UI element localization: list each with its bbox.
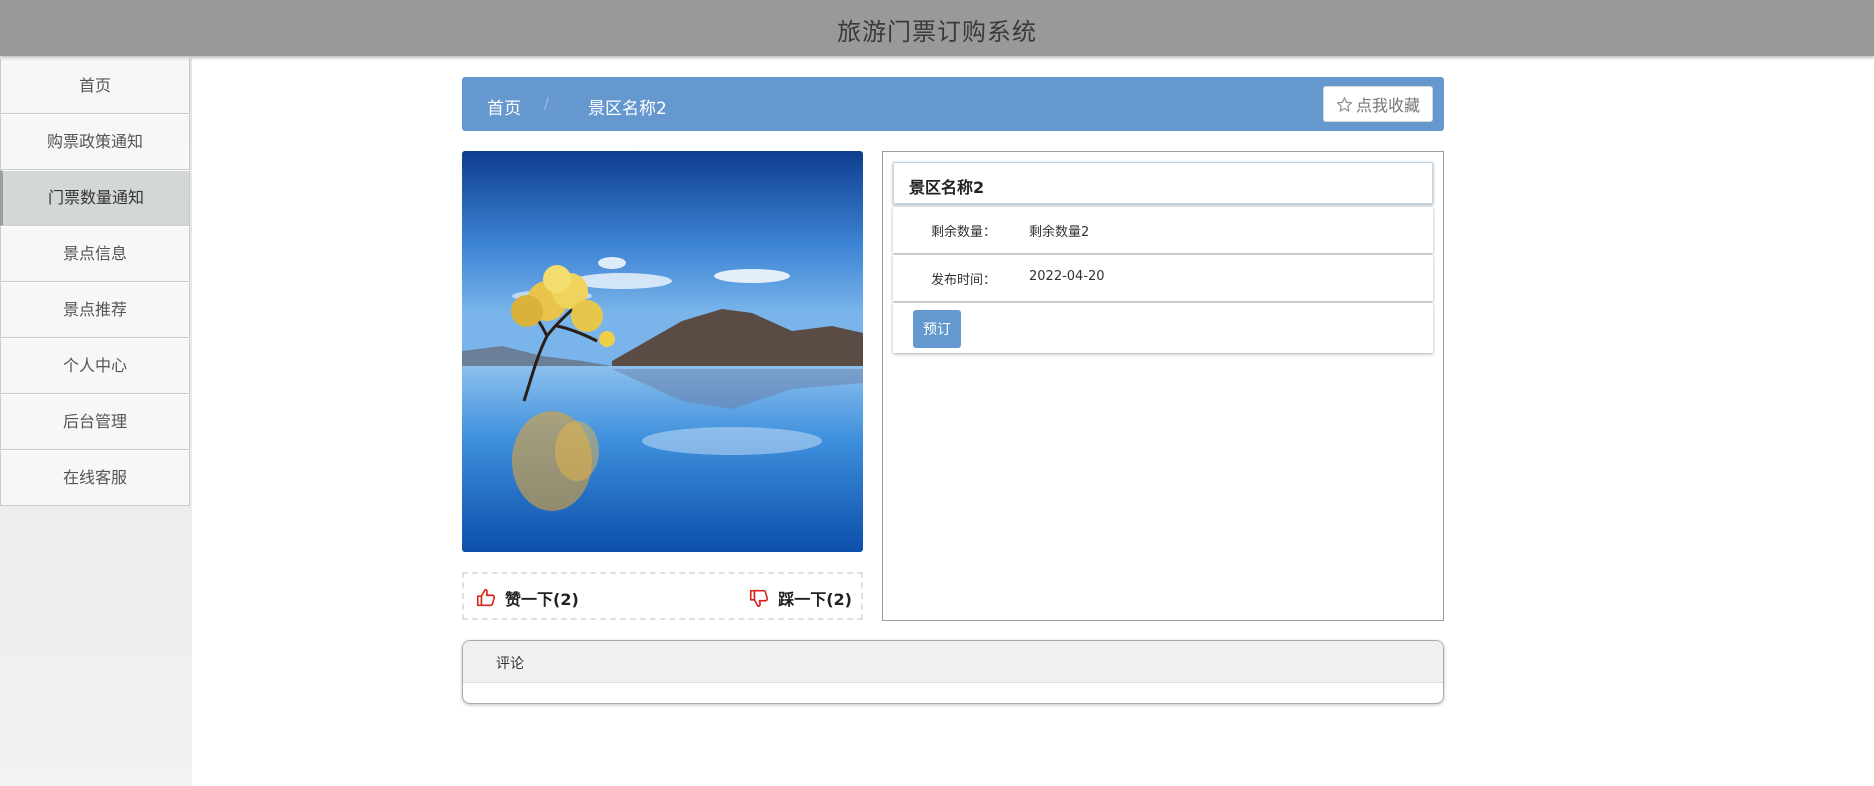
breadcrumb-home[interactable]: 首页 bbox=[487, 94, 521, 119]
publish-time-label: 发布时间： bbox=[931, 273, 997, 288]
comments-header: 评论 bbox=[463, 641, 1443, 683]
detail-panel: 景区名称2 剩余数量： 剩余数量2 发布时间： 2022-04-20 预订 bbox=[882, 151, 1444, 621]
vote-panel: 赞一下(2) 踩一下(2) bbox=[462, 572, 863, 620]
sidebar-item-attractions[interactable]: 景点信息 bbox=[0, 226, 190, 282]
site-title: 旅游门票订购系统 bbox=[837, 18, 1037, 46]
breadcrumb-separator: / bbox=[544, 94, 550, 112]
action-row: 预订 bbox=[893, 303, 1433, 353]
remaining-quantity-label: 剩余数量： bbox=[931, 225, 997, 240]
favorite-button-label: 点我收藏 bbox=[1355, 96, 1420, 115]
favorite-button[interactable]: 点我收藏 bbox=[1323, 86, 1433, 122]
sidebar-item-admin[interactable]: 后台管理 bbox=[0, 394, 190, 450]
breadcrumb-current: 景区名称2 bbox=[588, 99, 667, 119]
sidebar-item-purchase-policy[interactable]: 购票政策通知 bbox=[0, 114, 190, 170]
sidebar-item-recommendations[interactable]: 景点推荐 bbox=[0, 282, 190, 338]
like-button[interactable]: 赞一下(2) bbox=[475, 586, 579, 610]
sidebar-item-ticket-quantity[interactable]: 门票数量通知 bbox=[0, 170, 190, 226]
breadcrumb: 首页 / 景区名称2 点我收藏 bbox=[462, 77, 1444, 131]
top-header: 旅游门票订购系统 bbox=[0, 0, 1874, 56]
attraction-photo bbox=[462, 151, 863, 552]
remaining-quantity-row: 剩余数量： 剩余数量2 bbox=[893, 207, 1433, 253]
publish-time-value: 2022-04-20 bbox=[1029, 269, 1105, 284]
like-count-label: 赞一下(2) bbox=[505, 590, 579, 609]
sidebar-item-support[interactable]: 在线客服 bbox=[0, 450, 190, 506]
dislike-button[interactable]: 踩一下(2) bbox=[748, 586, 852, 610]
comments-panel: 评论 bbox=[462, 640, 1444, 704]
attraction-name: 景区名称2 bbox=[909, 178, 985, 197]
comments-title: 评论 bbox=[496, 656, 524, 672]
attraction-name-row: 景区名称2 bbox=[893, 162, 1433, 204]
thumbs-up-icon bbox=[476, 588, 496, 607]
dislike-count-label: 踩一下(2) bbox=[778, 590, 852, 609]
star-icon bbox=[1336, 96, 1353, 112]
sidebar-item-home[interactable]: 首页 bbox=[0, 58, 190, 114]
publish-time-row: 发布时间： 2022-04-20 bbox=[893, 255, 1433, 301]
remaining-quantity-value: 剩余数量2 bbox=[1029, 225, 1090, 240]
book-button[interactable]: 预订 bbox=[913, 310, 961, 348]
sidebar-nav: 首页 购票政策通知 门票数量通知 景点信息 景点推荐 个人中心 后台管理 在线客… bbox=[0, 58, 192, 786]
sidebar-item-personal-center[interactable]: 个人中心 bbox=[0, 338, 190, 394]
thumbs-down-icon bbox=[750, 589, 769, 608]
